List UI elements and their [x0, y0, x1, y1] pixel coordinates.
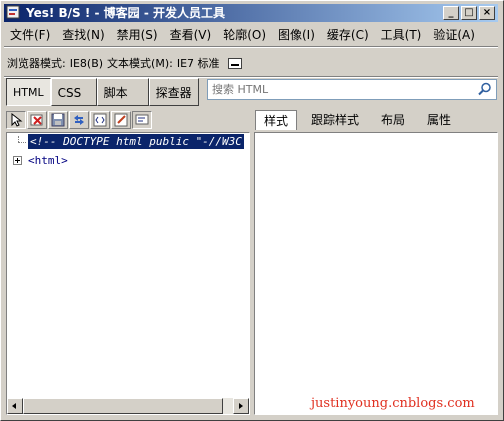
search-input[interactable]: [208, 80, 476, 99]
edit-button[interactable]: [111, 111, 131, 129]
menu-find[interactable]: 查找(N): [56, 26, 110, 43]
tab-html[interactable]: HTML: [6, 78, 51, 106]
menu-disable[interactable]: 禁用(S): [111, 26, 164, 43]
devtools-app-icon: [6, 5, 20, 19]
browser-mode-value[interactable]: IE8(B): [70, 57, 103, 70]
tab-style[interactable]: 样式: [255, 110, 298, 130]
style-tabs: 样式 跟踪样式 布局 属性: [255, 110, 465, 130]
edit-icon: [114, 113, 128, 127]
pointer-icon: [11, 113, 23, 127]
delete-icon: [30, 114, 43, 126]
browser-mode-label: 浏览器模式:: [7, 57, 66, 70]
tab-layout[interactable]: 布局: [373, 110, 413, 130]
close-button[interactable]: ×: [479, 6, 495, 20]
clear-button[interactable]: [27, 111, 47, 129]
doc-mode-label: 文本模式(M):: [107, 57, 173, 70]
tab-attributes[interactable]: 属性: [419, 110, 459, 130]
menu-bar: 文件(F) 查找(N) 禁用(S) 查看(V) 轮廓(O) 图像(I) 缓存(C…: [4, 24, 498, 44]
tab-css[interactable]: CSS: [50, 78, 97, 106]
scroll-right-icon[interactable]: [233, 398, 249, 414]
devtools-window: Yes! B/S ! - 博客园 - 开发人员工具 _ □ × 文件(F) 查找…: [0, 0, 504, 421]
dom-view-button[interactable]: [90, 111, 110, 129]
doctype-node[interactable]: <!-- DOCTYPE html public "-//W3C: [28, 134, 244, 149]
window-title: Yes! B/S ! - 博客园 - 开发人员工具: [26, 6, 226, 20]
tree-line: [18, 142, 26, 143]
minimize-panel-icon[interactable]: [227, 57, 242, 69]
search-icon[interactable]: [478, 82, 492, 96]
maximize-icon: □: [464, 7, 474, 18]
search-box: [207, 79, 497, 100]
refresh-button[interactable]: [69, 111, 89, 129]
tab-script[interactable]: 脚本: [96, 78, 149, 106]
menu-separator: [4, 46, 498, 48]
maximize-button[interactable]: □: [461, 6, 477, 20]
word-wrap-button[interactable]: [132, 111, 152, 129]
title-bar[interactable]: Yes! B/S ! - 博客园 - 开发人员工具 _ □ ×: [4, 4, 498, 22]
scroll-left-icon[interactable]: [7, 398, 23, 414]
select-element-button[interactable]: [6, 111, 26, 129]
horizontal-scrollbar[interactable]: [7, 398, 249, 414]
tab-profiler[interactable]: 探查器: [148, 78, 199, 106]
save-button[interactable]: [48, 111, 68, 129]
save-icon: [51, 113, 65, 127]
refresh-icon: [74, 115, 84, 125]
menu-file[interactable]: 文件(F): [4, 26, 56, 43]
menu-tools[interactable]: 工具(T): [375, 26, 428, 43]
doc-mode-value[interactable]: IE7 标准: [177, 55, 220, 71]
menu-validate[interactable]: 验证(A): [427, 26, 481, 43]
html-node[interactable]: <html>: [28, 154, 68, 168]
close-icon: ×: [482, 7, 492, 18]
menu-cache[interactable]: 缓存(C): [321, 26, 375, 43]
watermark: justinyoung.cnblogs.com: [311, 396, 475, 411]
word-wrap-icon: [135, 114, 149, 125]
dom-tree-pane[interactable]: <!-- DOCTYPE html public "-//W3C <html>: [6, 132, 250, 415]
main-tabs: HTML CSS 脚本 探查器: [6, 78, 199, 108]
menu-view[interactable]: 查看(V): [164, 26, 218, 43]
menu-outline[interactable]: 轮廓(O): [217, 26, 272, 43]
minimize-button[interactable]: _: [443, 6, 459, 20]
tab-trace-styles[interactable]: 跟踪样式: [303, 110, 367, 130]
menu-images[interactable]: 图像(I): [272, 26, 321, 43]
scroll-thumb[interactable]: [23, 398, 223, 414]
code-icon: [93, 113, 107, 127]
expand-icon[interactable]: [13, 156, 22, 165]
style-pane[interactable]: [254, 132, 498, 415]
html-toolbar: [6, 111, 152, 129]
minimize-icon: _: [448, 7, 454, 18]
mode-bar: 浏览器模式: IE8(B) 文本模式(M): IE7 标准: [7, 52, 242, 74]
